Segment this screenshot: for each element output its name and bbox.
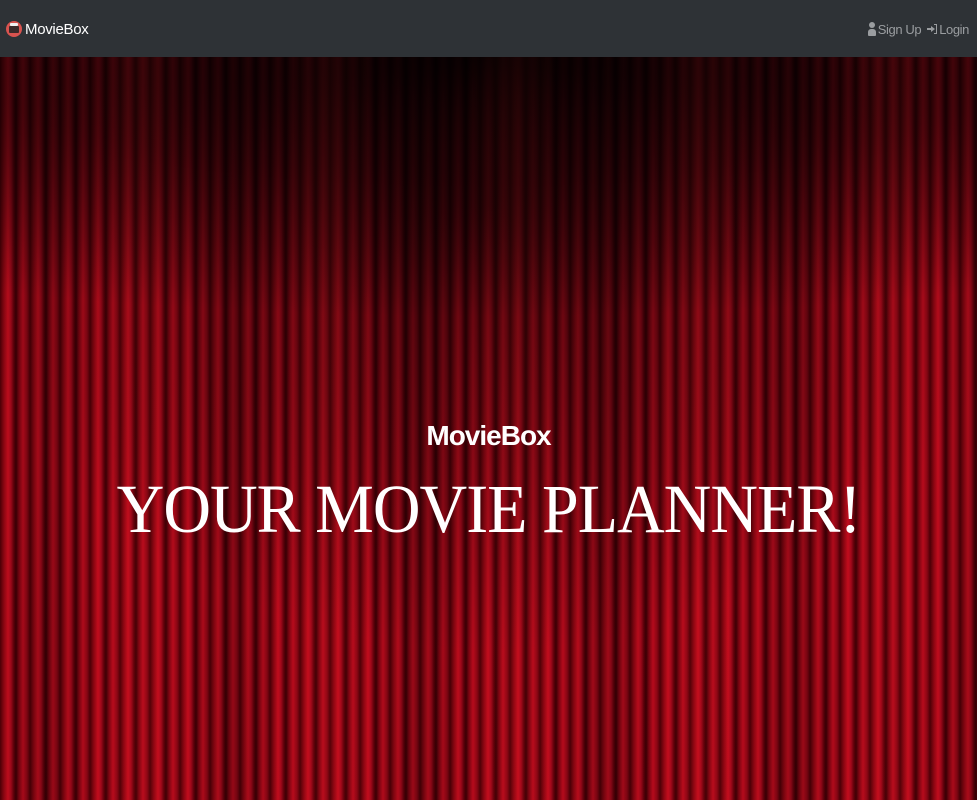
- nav-links: Sign Up Login: [862, 18, 969, 40]
- hero-curtain-section: MovieBox YOUR MOVIE PLANNER!: [0, 57, 977, 800]
- user-icon: [867, 22, 876, 36]
- sign-up-label: Sign Up: [877, 21, 922, 37]
- login-icon: [927, 23, 938, 35]
- hero-title: MovieBox: [426, 420, 551, 451]
- login-link[interactable]: Login: [927, 22, 969, 37]
- film-camera-icon: [6, 21, 22, 37]
- top-navbar: MovieBox Sign Up Login: [0, 0, 977, 57]
- sign-up-link[interactable]: Sign Up: [867, 21, 922, 37]
- brand-name: MovieBox: [25, 20, 89, 38]
- brand-link[interactable]: MovieBox: [6, 17, 89, 41]
- login-label: Login: [939, 21, 969, 37]
- hero-tagline: YOUR MOVIE PLANNER!: [116, 471, 862, 548]
